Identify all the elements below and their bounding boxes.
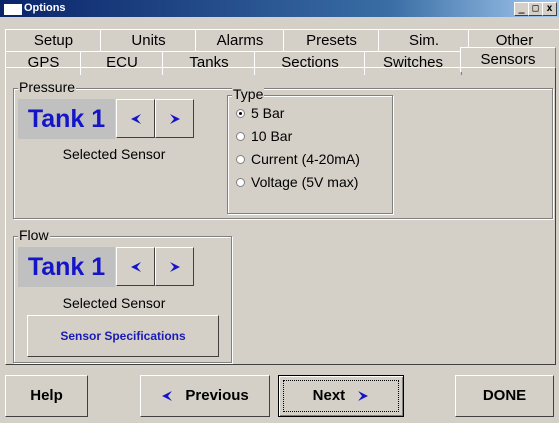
flow-legend: Flow	[18, 227, 50, 243]
pressure-selected-caption: Selected Sensor	[62, 146, 166, 162]
pressure-legend: Pressure	[18, 79, 77, 95]
pressure-group: Pressure Tank 1 Selected Sensor Type 5 B…	[13, 79, 553, 219]
done-button[interactable]: DONE	[455, 375, 554, 417]
window-icon	[4, 4, 22, 15]
radio-10-bar-label: 10 Bar	[251, 128, 293, 144]
left-arrow-icon	[131, 262, 141, 272]
tab-units[interactable]: Units	[100, 29, 197, 53]
radio-10-bar-button[interactable]	[236, 132, 245, 141]
sensor-specifications-button[interactable]: Sensor Specifications	[27, 315, 219, 357]
next-button[interactable]: Next	[278, 375, 404, 417]
left-arrow-icon	[131, 114, 141, 124]
pressure-next-button[interactable]	[155, 99, 194, 138]
radio-voltage-label: Voltage (5V max)	[251, 174, 359, 190]
focus-rectangle	[283, 380, 399, 412]
radio-current-label: Current (4-20mA)	[251, 151, 360, 167]
flow-group: Flow Tank 1 Selected Sensor Sensor Speci…	[13, 227, 232, 363]
pressure-tank-label: Tank 1	[18, 99, 115, 139]
pressure-prev-button[interactable]	[116, 99, 155, 138]
minimize-button[interactable]: _	[514, 2, 529, 16]
tab-presets[interactable]: Presets	[283, 29, 380, 53]
tab-alarms[interactable]: Alarms	[195, 29, 285, 53]
help-button[interactable]: Help	[5, 375, 88, 417]
flow-selected-caption: Selected Sensor	[62, 295, 166, 311]
radio-voltage-button[interactable]	[236, 178, 245, 187]
right-arrow-icon	[170, 114, 180, 124]
close-button[interactable]: x	[542, 2, 557, 16]
previous-button[interactable]: Previous	[140, 375, 270, 417]
left-arrow-icon	[161, 376, 173, 416]
radio-5-bar-label: 5 Bar	[251, 105, 285, 121]
type-group: Type 5 Bar 10 Bar Current (4-20mA) Volta…	[227, 86, 393, 214]
tab-setup[interactable]: Setup	[5, 29, 102, 53]
window-title: Options	[24, 2, 66, 14]
right-arrow-icon	[170, 262, 180, 272]
sensors-panel: Pressure Tank 1 Selected Sensor Type 5 B…	[5, 67, 556, 365]
title-bar: Options _ □ x	[0, 0, 559, 17]
type-legend: Type	[232, 86, 265, 102]
radio-5-bar-button[interactable]	[236, 109, 245, 118]
flow-tank-label: Tank 1	[18, 247, 115, 287]
flow-prev-button[interactable]	[116, 247, 155, 286]
previous-label: Previous	[185, 387, 249, 404]
tab-sim[interactable]: Sim.	[378, 29, 470, 53]
maximize-button[interactable]: □	[528, 2, 543, 16]
radio-current-button[interactable]	[236, 155, 245, 164]
flow-next-button[interactable]	[155, 247, 194, 286]
